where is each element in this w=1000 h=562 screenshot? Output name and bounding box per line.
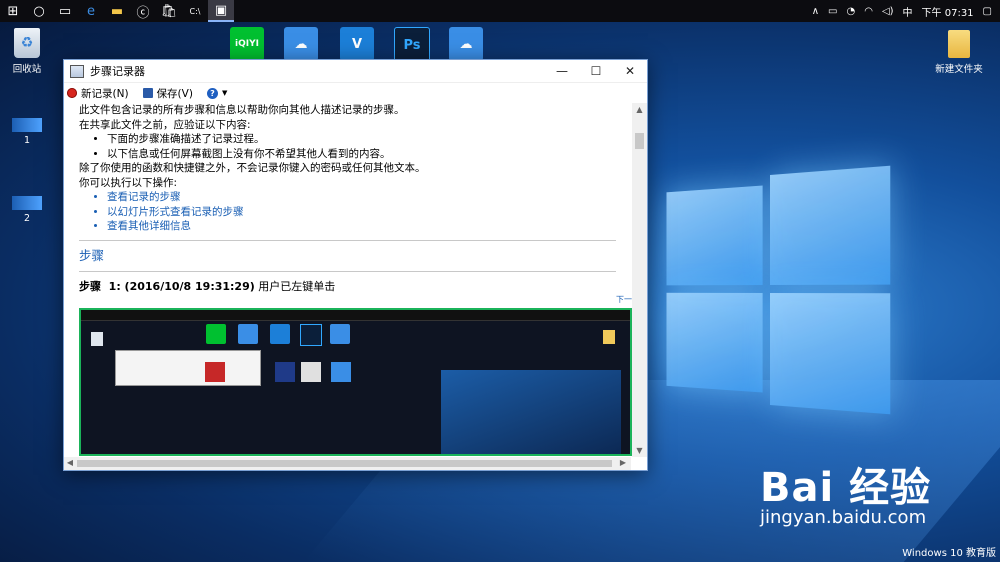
help-button[interactable]: ? ▼ — [206, 87, 228, 99]
step-1-time: 1: (2016/10/8 19:31:29) — [108, 280, 255, 293]
desktop-item-2-label: 2 — [23, 213, 31, 224]
new-folder-label: 新建文件夹 — [935, 64, 983, 75]
actions-line: 你可以执行以下操作: — [79, 176, 178, 189]
folder-icon — [948, 30, 970, 58]
vertical-scrollbar[interactable]: ▲ ▼ — [632, 103, 647, 457]
baidu-jingyan-watermark: Bai 经验 jingyan.baidu.com — [760, 455, 931, 528]
steps-recorder-app-icon — [70, 64, 84, 78]
edge-browser-icon[interactable]: e — [78, 0, 104, 22]
scroll-down-arrow-icon[interactable]: ▼ — [632, 446, 647, 455]
save-label: 保存(V) — [156, 87, 193, 100]
watermark-logo: Bai 经验 — [760, 465, 932, 511]
vertical-scroll-thumb[interactable] — [635, 133, 644, 149]
step-1-screenshot[interactable] — [79, 308, 632, 456]
vsco-icon[interactable]: V — [340, 27, 374, 61]
desktop-item-2[interactable]: 2 — [0, 196, 62, 224]
save-icon — [142, 88, 153, 98]
cmd-icon[interactable]: C:\ — [182, 0, 208, 22]
divider — [79, 239, 616, 241]
slideshow-link[interactable]: 以幻灯片形式查看记录的步骤 — [107, 205, 631, 220]
windows-wallpaper-logo — [666, 165, 891, 415]
new-record-button[interactable]: 新记录(N) — [67, 86, 129, 101]
clock[interactable]: 下午 07:31 — [922, 4, 974, 19]
bullet-no-private-info: 以下信息或任何屏幕截图上没有你不希望其他人看到的内容。 — [107, 147, 631, 162]
privacy-line: 除了你使用的函数和快捷键之外，不会记录你键入的密码或任何其他文本。 — [79, 162, 426, 174]
horizontal-scroll-thumb[interactable] — [77, 460, 612, 467]
scroll-right-arrow-icon[interactable]: ▶ — [619, 458, 627, 467]
recycle-bin-icon: ♻ — [14, 28, 40, 58]
step-1-title: 步骤 1: (2016/10/8 19:31:29) 用户已左键单击 — [79, 280, 631, 295]
desktop-item-1[interactable]: 1 — [0, 118, 62, 146]
bullet-steps-accurate: 下面的步骤准确描述了记录过程。 — [107, 132, 631, 147]
step-label: 步骤 — [79, 280, 101, 293]
toolbar: 新记录(N) 保存(V) ? ▼ — [64, 83, 647, 103]
file-explorer-icon[interactable]: ▬ — [104, 0, 130, 22]
windows-edition-label: Windows 10 教育版 — [902, 548, 996, 559]
cortana-search-icon[interactable]: ○ — [26, 0, 52, 22]
baidu-netdisk-icon[interactable]: ☁ — [284, 27, 318, 61]
horizontal-scrollbar[interactable]: ◀ ▶ — [64, 457, 631, 470]
verify-line: 在共享此文件之前，应验证以下内容: — [79, 118, 251, 131]
title-bar[interactable]: 步骤记录器 — ☐ ✕ — [64, 60, 647, 83]
ime-indicator[interactable]: 中 — [903, 4, 913, 19]
steps-heading: 步骤 — [79, 247, 105, 263]
start-button[interactable]: ⊞ — [0, 0, 26, 22]
taskbar: ⊞ ○ ▭ e ▬ ⓒ 🛍 C:\ ▣ ∧ ▭ ◔ ◠ ◁) 中 下午 07:3… — [0, 0, 1000, 22]
steps-recorder-window: 步骤记录器 — ☐ ✕ 新记录(N) 保存(V) ? ▼ 此文件包含记录的所有步… — [63, 59, 648, 471]
chevron-up-icon[interactable]: ∧ — [812, 6, 819, 17]
watermark-url: jingyan.baidu.com — [760, 507, 927, 528]
notifications-icon[interactable]: ▢ — [983, 6, 992, 17]
shortcut-icon — [12, 118, 42, 132]
app-c-icon[interactable]: ⓒ — [130, 0, 156, 22]
maximize-button[interactable]: ☐ — [579, 60, 613, 82]
scroll-up-arrow-icon[interactable]: ▲ — [632, 105, 647, 114]
battery-icon[interactable]: ▭ — [828, 6, 837, 17]
window-title: 步骤记录器 — [90, 65, 145, 78]
scroll-left-arrow-icon[interactable]: ◀ — [66, 458, 74, 467]
store-icon[interactable]: 🛍 — [156, 0, 182, 22]
minimize-button[interactable]: — — [545, 60, 579, 82]
shortcut-icon — [12, 196, 42, 210]
network-icon[interactable]: ◔ — [846, 6, 855, 17]
photoshop-icon[interactable]: Ps — [394, 27, 430, 63]
system-tray: ∧ ▭ ◔ ◠ ◁) 中 下午 07:31 ▢ — [812, 0, 992, 22]
chevron-down-icon: ▼ — [221, 89, 228, 97]
step-1-description: 用户已左键单击 — [258, 280, 336, 293]
recycle-bin-label: 回收站 — [12, 64, 42, 75]
new-folder[interactable]: 新建文件夹 — [924, 30, 994, 75]
iqiyi-icon[interactable]: iQIYI — [230, 27, 264, 61]
help-icon: ? — [206, 87, 218, 99]
divider — [79, 271, 616, 272]
new-record-label: 新记录(N) — [81, 87, 129, 100]
steps-recorder-taskbar-icon[interactable]: ▣ — [208, 0, 234, 22]
view-steps-link[interactable]: 查看记录的步骤 — [107, 190, 631, 205]
details-link[interactable]: 查看其他详细信息 — [107, 219, 631, 234]
intro-line: 此文件包含记录的所有步骤和信息以帮助你向其他人描述记录的步骤。 — [79, 104, 405, 116]
recycle-bin[interactable]: ♻ 回收站 — [0, 28, 62, 75]
task-view-icon[interactable]: ▭ — [52, 0, 78, 22]
volume-icon[interactable]: ◁) — [882, 6, 894, 17]
record-icon — [67, 88, 77, 98]
save-button[interactable]: 保存(V) — [142, 86, 193, 101]
baidu-netdisk-2-icon[interactable]: ☁ — [449, 27, 483, 61]
desktop-item-1-label: 1 — [23, 135, 31, 146]
wifi-icon[interactable]: ◠ — [864, 6, 873, 17]
close-button[interactable]: ✕ — [613, 60, 647, 82]
